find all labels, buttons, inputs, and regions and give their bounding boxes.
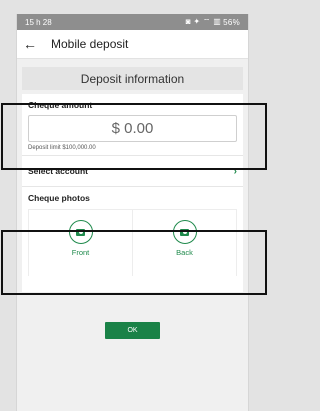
section-header: Deposit information [22,67,243,90]
ok-area: OK [17,292,248,339]
battery-level: 56% [223,17,240,27]
section-title: Deposit information [80,71,185,86]
camera-icon [76,228,85,236]
photo-row: Front Back [28,209,237,276]
cheque-photos-block: Cheque photos Front Back [22,187,243,276]
cheque-photos-label: Cheque photos [28,193,90,203]
cheque-amount-value: $ 0.00 [111,120,154,137]
app-bar: ← Mobile deposit [17,30,248,59]
status-glyphs: ◙ ✦ ⌔ ▥ [185,17,222,26]
chevron-right-icon: › [233,165,237,177]
select-account-label: Select account [28,166,88,176]
back-camera-circle [172,220,197,244]
front-label: Front [71,248,90,257]
status-icons: ◙ ✦ ⌔ ▥ 56% [186,17,240,27]
deposit-limit-text: Deposit limit $100,000.00 [28,145,96,151]
back-label: Back [176,248,193,257]
status-time: 15 h 28 [25,17,52,27]
page-title: Mobile deposit [51,37,129,51]
cheque-amount-label: Cheque amount [28,100,93,110]
front-photo-button[interactable]: Front [28,209,133,276]
cheque-amount-block: Cheque amount $ 0.00 Deposit limit $100,… [22,94,243,155]
cheque-amount-input[interactable]: $ 0.00 [28,115,237,142]
select-account-row[interactable]: Select account › [22,156,243,186]
back-photo-button[interactable]: Back [133,209,237,276]
camera-icon [180,228,189,236]
ok-button[interactable]: OK [105,322,160,339]
photo-area-bottom [22,276,243,292]
back-arrow-icon[interactable]: ← [23,36,45,52]
status-bar: 15 h 28 ◙ ✦ ⌔ ▥ 56% [17,14,248,30]
front-camera-circle [68,220,93,244]
phone-screen: 15 h 28 ◙ ✦ ⌔ ▥ 56% ← Mobile deposit Dep… [16,14,249,411]
deposit-form-card: Cheque amount $ 0.00 Deposit limit $100,… [22,94,243,292]
